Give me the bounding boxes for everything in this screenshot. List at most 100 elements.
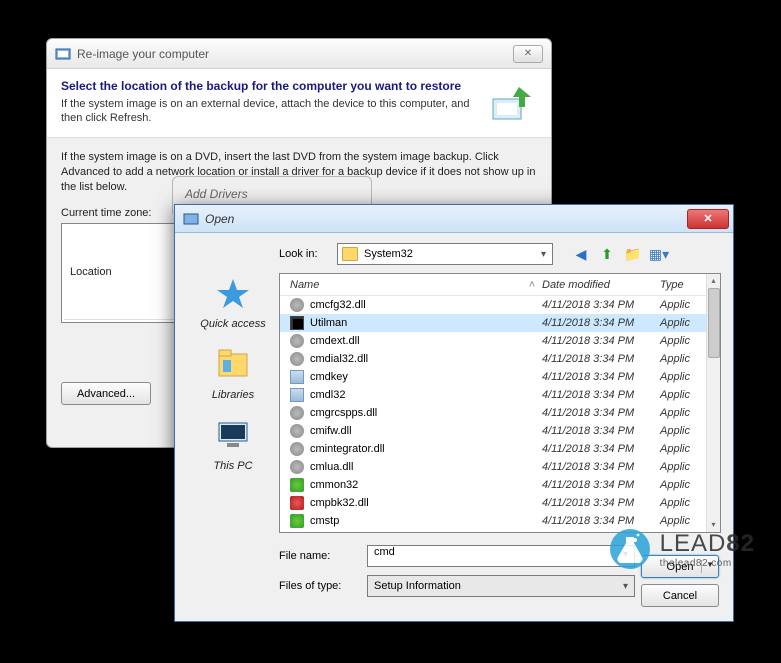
folder-icon — [342, 247, 358, 261]
file-type: Applic — [660, 371, 706, 383]
lookin-label: Look in: — [279, 248, 329, 260]
file-type: Applic — [660, 515, 706, 527]
file-date: 4/11/2018 3:34 PM — [542, 407, 660, 419]
file-row[interactable]: cmifw.dll4/11/2018 3:34 PMApplic — [280, 422, 720, 440]
advanced-button[interactable]: Advanced... — [61, 382, 151, 405]
file-icon — [290, 496, 304, 510]
open-button[interactable]: Open — [641, 555, 719, 578]
file-date: 4/11/2018 3:34 PM — [542, 335, 660, 347]
open-close-button[interactable]: ✕ — [687, 209, 729, 229]
filetype-dropdown[interactable]: Setup Information — [367, 575, 635, 597]
column-type[interactable]: Type — [660, 279, 706, 291]
filename-label: File name: — [279, 550, 357, 562]
file-type: Applic — [660, 443, 706, 455]
file-row[interactable]: cmdial32.dll 4/11/2018 3:34 PMApplic — [280, 350, 720, 368]
file-date: 4/11/2018 3:34 PM — [542, 479, 660, 491]
wizard-heading: Select the location of the backup for th… — [61, 79, 481, 93]
file-icon — [290, 388, 304, 402]
file-row[interactable]: cmcfg32.dll 4/11/2018 3:34 PMApplic — [280, 296, 720, 314]
file-list-header[interactable]: Name ˄ Date modified Type — [280, 274, 720, 296]
file-icon — [290, 334, 304, 348]
file-date: 4/11/2018 3:34 PM — [542, 299, 660, 311]
file-list-scrollbar[interactable] — [706, 274, 720, 532]
file-icon — [290, 370, 304, 384]
file-name: cmpbk32.dll — [310, 497, 369, 509]
file-date: 4/11/2018 3:34 PM — [542, 389, 660, 401]
up-icon[interactable]: ⬆ — [597, 244, 617, 264]
file-name: cmintegrator.dll — [310, 443, 385, 455]
file-date: 4/11/2018 3:34 PM — [542, 317, 660, 329]
wizard-close-button[interactable]: ✕ — [513, 45, 543, 63]
file-name: cmcfg32.dll — [310, 299, 366, 311]
sort-indicator-icon: ˄ — [522, 279, 542, 291]
file-type: Applic — [660, 389, 706, 401]
open-dialog-icon — [183, 211, 199, 227]
filename-input[interactable]: cmd — [367, 545, 635, 567]
wizard-titlebar[interactable]: Re-image your computer ✕ — [47, 39, 551, 69]
file-icon — [290, 442, 304, 456]
file-name: cmlua.dll — [310, 461, 353, 473]
file-type: Applic — [660, 461, 706, 473]
file-type: Applic — [660, 407, 706, 419]
newfolder-icon[interactable]: 📁 — [623, 244, 643, 264]
file-name: cmdial32.dll — [310, 353, 368, 365]
open-title-text: Open — [205, 212, 687, 226]
file-list[interactable]: Name ˄ Date modified Type cmcfg32.dll 4/1… — [279, 273, 721, 533]
file-row[interactable]: cmlua.dll 4/11/2018 3:34 PMApplic — [280, 458, 720, 476]
open-titlebar[interactable]: Open ✕ — [175, 205, 733, 233]
libraries-icon — [215, 348, 251, 380]
restore-art-icon — [489, 79, 537, 127]
file-row[interactable]: cmgrcspps.dll 4/11/2018 3:34 PMApplic — [280, 404, 720, 422]
file-row[interactable]: Utilman 4/11/2018 3:34 PMApplic — [280, 314, 720, 332]
file-type: Applic — [660, 479, 706, 491]
place-this-pc[interactable]: This PC — [187, 419, 279, 472]
file-name: cmmon32 — [310, 479, 358, 491]
file-row[interactable]: cmstp4/11/2018 3:34 PMApplic — [280, 512, 720, 530]
file-date: 4/11/2018 3:34 PM — [542, 461, 660, 473]
scrollbar-thumb[interactable] — [708, 288, 720, 358]
file-icon — [290, 352, 304, 366]
wizard-icon — [55, 46, 71, 62]
file-name: Utilman — [310, 317, 347, 329]
open-file-dialog: Open ✕ Look in: System32 ◀ ⬆ 📁 ▦▾ Quick … — [174, 204, 734, 622]
file-type: Applic — [660, 317, 706, 329]
file-row[interactable]: cmpbk32.dll 4/11/2018 3:34 PMApplic — [280, 494, 720, 512]
file-icon — [290, 478, 304, 492]
file-row[interactable]: cmintegrator.dll 4/11/2018 3:34 PMApplic — [280, 440, 720, 458]
file-icon — [290, 460, 304, 474]
filetype-value: Setup Information — [374, 580, 461, 592]
file-icon — [290, 514, 304, 528]
file-type: Applic — [660, 353, 706, 365]
pc-icon — [215, 419, 251, 451]
file-icon — [290, 298, 304, 312]
file-row[interactable]: cmdext.dll4/11/2018 3:34 PMApplic — [280, 332, 720, 350]
place-quick-access[interactable]: Quick access — [187, 277, 279, 330]
file-name: cmdkey — [310, 371, 348, 383]
lookin-dropdown[interactable]: System32 — [337, 243, 553, 265]
file-name: cmdext.dll — [310, 335, 360, 347]
file-date: 4/11/2018 3:34 PM — [542, 497, 660, 509]
file-name: cmgrcspps.dll — [310, 407, 377, 419]
file-icon — [290, 406, 304, 420]
back-icon[interactable]: ◀ — [571, 244, 591, 264]
file-type: Applic — [660, 497, 706, 509]
file-row[interactable]: cmmon32 4/11/2018 3:34 PMApplic — [280, 476, 720, 494]
file-row[interactable]: cmdkey 4/11/2018 3:34 PMApplic — [280, 368, 720, 386]
place-libraries[interactable]: Libraries — [187, 348, 279, 401]
places-bar: Quick access Libraries This PC — [187, 273, 279, 533]
filetype-label: Files of type: — [279, 580, 357, 592]
file-date: 4/11/2018 3:34 PM — [542, 443, 660, 455]
column-name[interactable]: Name — [280, 279, 522, 291]
wizard-subtext: If the system image is on an external de… — [61, 97, 481, 126]
file-icon — [290, 424, 304, 438]
views-icon[interactable]: ▦▾ — [649, 244, 669, 264]
wizard-header: Select the location of the backup for th… — [47, 69, 551, 138]
file-date: 4/11/2018 3:34 PM — [542, 353, 660, 365]
file-row[interactable]: cmdl32 4/11/2018 3:34 PMApplic — [280, 386, 720, 404]
lookin-value: System32 — [364, 248, 413, 260]
file-type: Applic — [660, 299, 706, 311]
column-date[interactable]: Date modified — [542, 279, 660, 291]
cancel-button[interactable]: Cancel — [641, 584, 719, 607]
file-date: 4/11/2018 3:34 PM — [542, 371, 660, 383]
file-name: cmdl32 — [310, 389, 345, 401]
